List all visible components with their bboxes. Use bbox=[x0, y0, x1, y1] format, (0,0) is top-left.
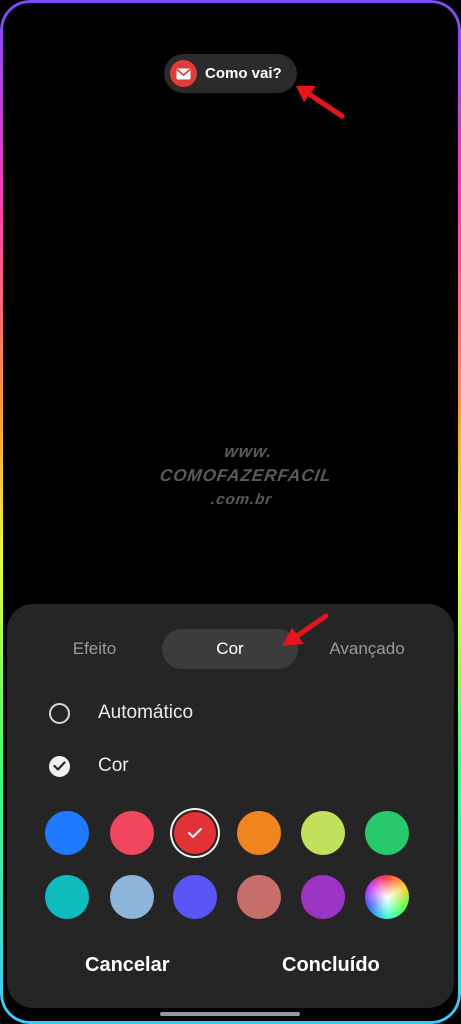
color-swatch[interactable] bbox=[174, 812, 216, 854]
home-indicator[interactable] bbox=[160, 1012, 300, 1016]
color-swatch[interactable] bbox=[237, 875, 281, 919]
option-automatico[interactable]: Automático bbox=[49, 702, 193, 724]
done-button[interactable]: Concluído bbox=[282, 954, 380, 977]
mail-icon bbox=[170, 60, 197, 87]
red-arrow-tab-icon bbox=[282, 613, 329, 646]
radio-cor[interactable] bbox=[49, 755, 70, 777]
check-icon bbox=[188, 828, 202, 838]
watermark-line-2: COMOFAZERFACIL bbox=[158, 466, 334, 485]
color-picker-swatch[interactable] bbox=[365, 875, 409, 919]
bottom-sheet: Efeito Cor Avançado Automático Cor Cance… bbox=[7, 604, 454, 1008]
color-swatch[interactable] bbox=[110, 811, 154, 855]
watermark-line-3: .com.br bbox=[209, 491, 274, 508]
color-swatch[interactable] bbox=[365, 811, 409, 855]
radio-automatico[interactable] bbox=[49, 702, 70, 724]
phone-screen: Como vai? www. COMOFAZERFACIL .com.br Ef… bbox=[0, 0, 461, 1024]
watermark-line-1: www. bbox=[223, 442, 274, 461]
option-automatico-label: Automático bbox=[98, 702, 194, 723]
check-icon bbox=[53, 761, 66, 771]
red-arrow-notification-icon bbox=[296, 86, 345, 119]
cancel-button[interactable]: Cancelar bbox=[85, 954, 170, 977]
color-swatch[interactable] bbox=[45, 811, 89, 855]
color-swatch[interactable] bbox=[301, 875, 345, 919]
watermark: www. COMOFAZERFACIL .com.br bbox=[155, 440, 335, 512]
color-swatch[interactable] bbox=[173, 875, 217, 919]
tab-efeito[interactable]: Efeito bbox=[37, 629, 152, 669]
notification-text: Como vai? bbox=[205, 65, 282, 82]
option-cor-label: Cor bbox=[98, 755, 129, 776]
notification-pill[interactable]: Como vai? bbox=[164, 54, 297, 93]
option-cor[interactable]: Cor bbox=[49, 755, 129, 777]
color-swatch[interactable] bbox=[301, 811, 345, 855]
color-swatch[interactable] bbox=[45, 875, 89, 919]
color-swatch[interactable] bbox=[110, 875, 154, 919]
color-swatch[interactable] bbox=[237, 811, 281, 855]
